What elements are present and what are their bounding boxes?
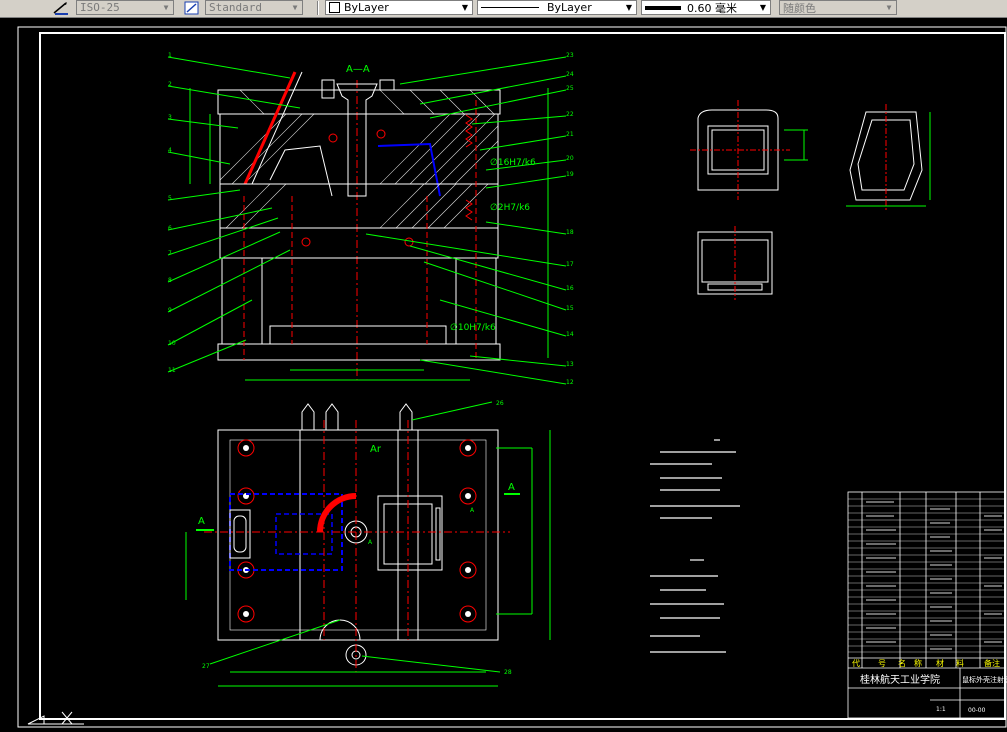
chevron-down-icon: ▼ [759,3,767,12]
bom-text-fill [866,501,1002,650]
ucs-icon [26,706,86,732]
chevron-down-icon: ▼ [625,3,633,12]
technical-notes [650,439,740,653]
lineweight-select[interactable]: 0.60 毫米 ▼ [641,0,771,15]
title-header-material: 材 [936,658,944,668]
text-style-icon[interactable] [183,0,201,15]
lineweight-sample-icon [645,5,681,10]
callout-6: 6 [168,225,172,232]
callout-14: 14 [566,331,574,338]
drawing-canvas[interactable]: A—A ∅16H7/k6 ∅2H7/k6 ∅10H7/k6 1 2 3 4 5 … [0,18,1007,728]
section-label: A—A [346,64,370,75]
callout-7: 7 [168,250,172,257]
color-select[interactable]: ByLayer ▼ [325,0,473,15]
color-swatch-icon [329,2,340,13]
view-label-ar: Ar [370,444,382,455]
callout-15: 15 [566,305,574,312]
callout-26: 26 [496,400,504,407]
callout-28: 28 [504,669,512,676]
title-header-name: 名 [898,658,906,668]
callout-18: 18 [566,229,574,236]
linetype-select[interactable]: ByLayer ▼ [477,0,637,15]
sheet-inner-border [39,32,1006,720]
title-header-name2: 称 [914,658,922,668]
sheet-outer-border [17,26,1007,728]
dimension-style-icon[interactable] [52,0,70,15]
callout-16: 16 [566,285,574,292]
section-marker-right: A [508,482,515,493]
school-name: 桂林航天工业学院 [860,673,940,686]
callout-22: 22 [566,111,574,118]
part-views [690,100,931,300]
callout-9: 9 [168,307,172,314]
callout-21: 21 [566,131,574,138]
callout-25: 25 [566,85,574,92]
fit-label-3: ∅10H7/k6 [450,323,496,333]
callout-10: 10 [168,340,176,347]
dimension-style-select[interactable]: ISO-25 ▼ [76,0,174,15]
callout-13: 13 [566,361,574,368]
title-header-code2: 号 [878,659,886,668]
properties-toolbar: ISO-25 ▼ Standard ▼ ByLayer ▼ ByLayer ▼ … [0,0,1007,18]
chevron-down-icon: ▼ [292,3,298,12]
linetype-sample-icon [481,7,539,8]
lineweight-value: 0.60 毫米 [687,1,737,15]
title-header-code: 代 [852,658,860,668]
plotstyle-value: 随颜色 [783,1,816,15]
drawing-name: 鼠标外壳注射模装配图 [962,675,1007,684]
chevron-down-icon: ▼ [163,3,169,12]
callout-12: 12 [566,379,574,386]
callout-11: 11 [168,367,176,374]
bom-rows [848,498,1005,653]
callout-19: 19 [566,171,574,178]
drawing-number: 00-00 [968,707,986,714]
dimension-style-value: ISO-25 [80,1,120,14]
callout-3: 3 [168,114,172,121]
color-value: ByLayer [344,1,389,14]
callout-17: 17 [566,261,574,268]
callout-1: 1 [168,52,172,59]
callout-4: 4 [168,147,172,154]
linetype-value: ByLayer [547,1,592,14]
callout-2: 2 [168,81,172,88]
drawing-scale: 1:1 [936,706,946,713]
chevron-down-icon: ▼ [461,3,469,12]
toolbar-separator [317,1,319,15]
plotstyle-select[interactable]: 随颜色 ▼ [779,0,897,15]
section-marker-left: A [198,516,205,527]
view-label-a-small-2: A [368,539,373,546]
callout-8: 8 [168,277,172,284]
callout-24: 24 [566,71,574,78]
section-view-a-a: A—A ∅16H7/k6 ∅2H7/k6 ∅10H7/k6 1 2 3 4 5 … [167,52,574,386]
title-header-material2: 料 [956,658,964,668]
title-header-note: 备注 [984,658,1000,668]
callout-5: 5 [168,195,172,202]
text-style-value: Standard [209,1,262,14]
chevron-down-icon: ▼ [886,3,892,12]
fit-label-2: ∅2H7/k6 [490,203,530,213]
callout-27: 27 [202,663,210,670]
callout-23: 23 [566,52,574,59]
callout-20: 20 [566,155,574,162]
view-label-a-small: A [470,507,475,514]
text-style-select[interactable]: Standard ▼ [205,0,303,15]
